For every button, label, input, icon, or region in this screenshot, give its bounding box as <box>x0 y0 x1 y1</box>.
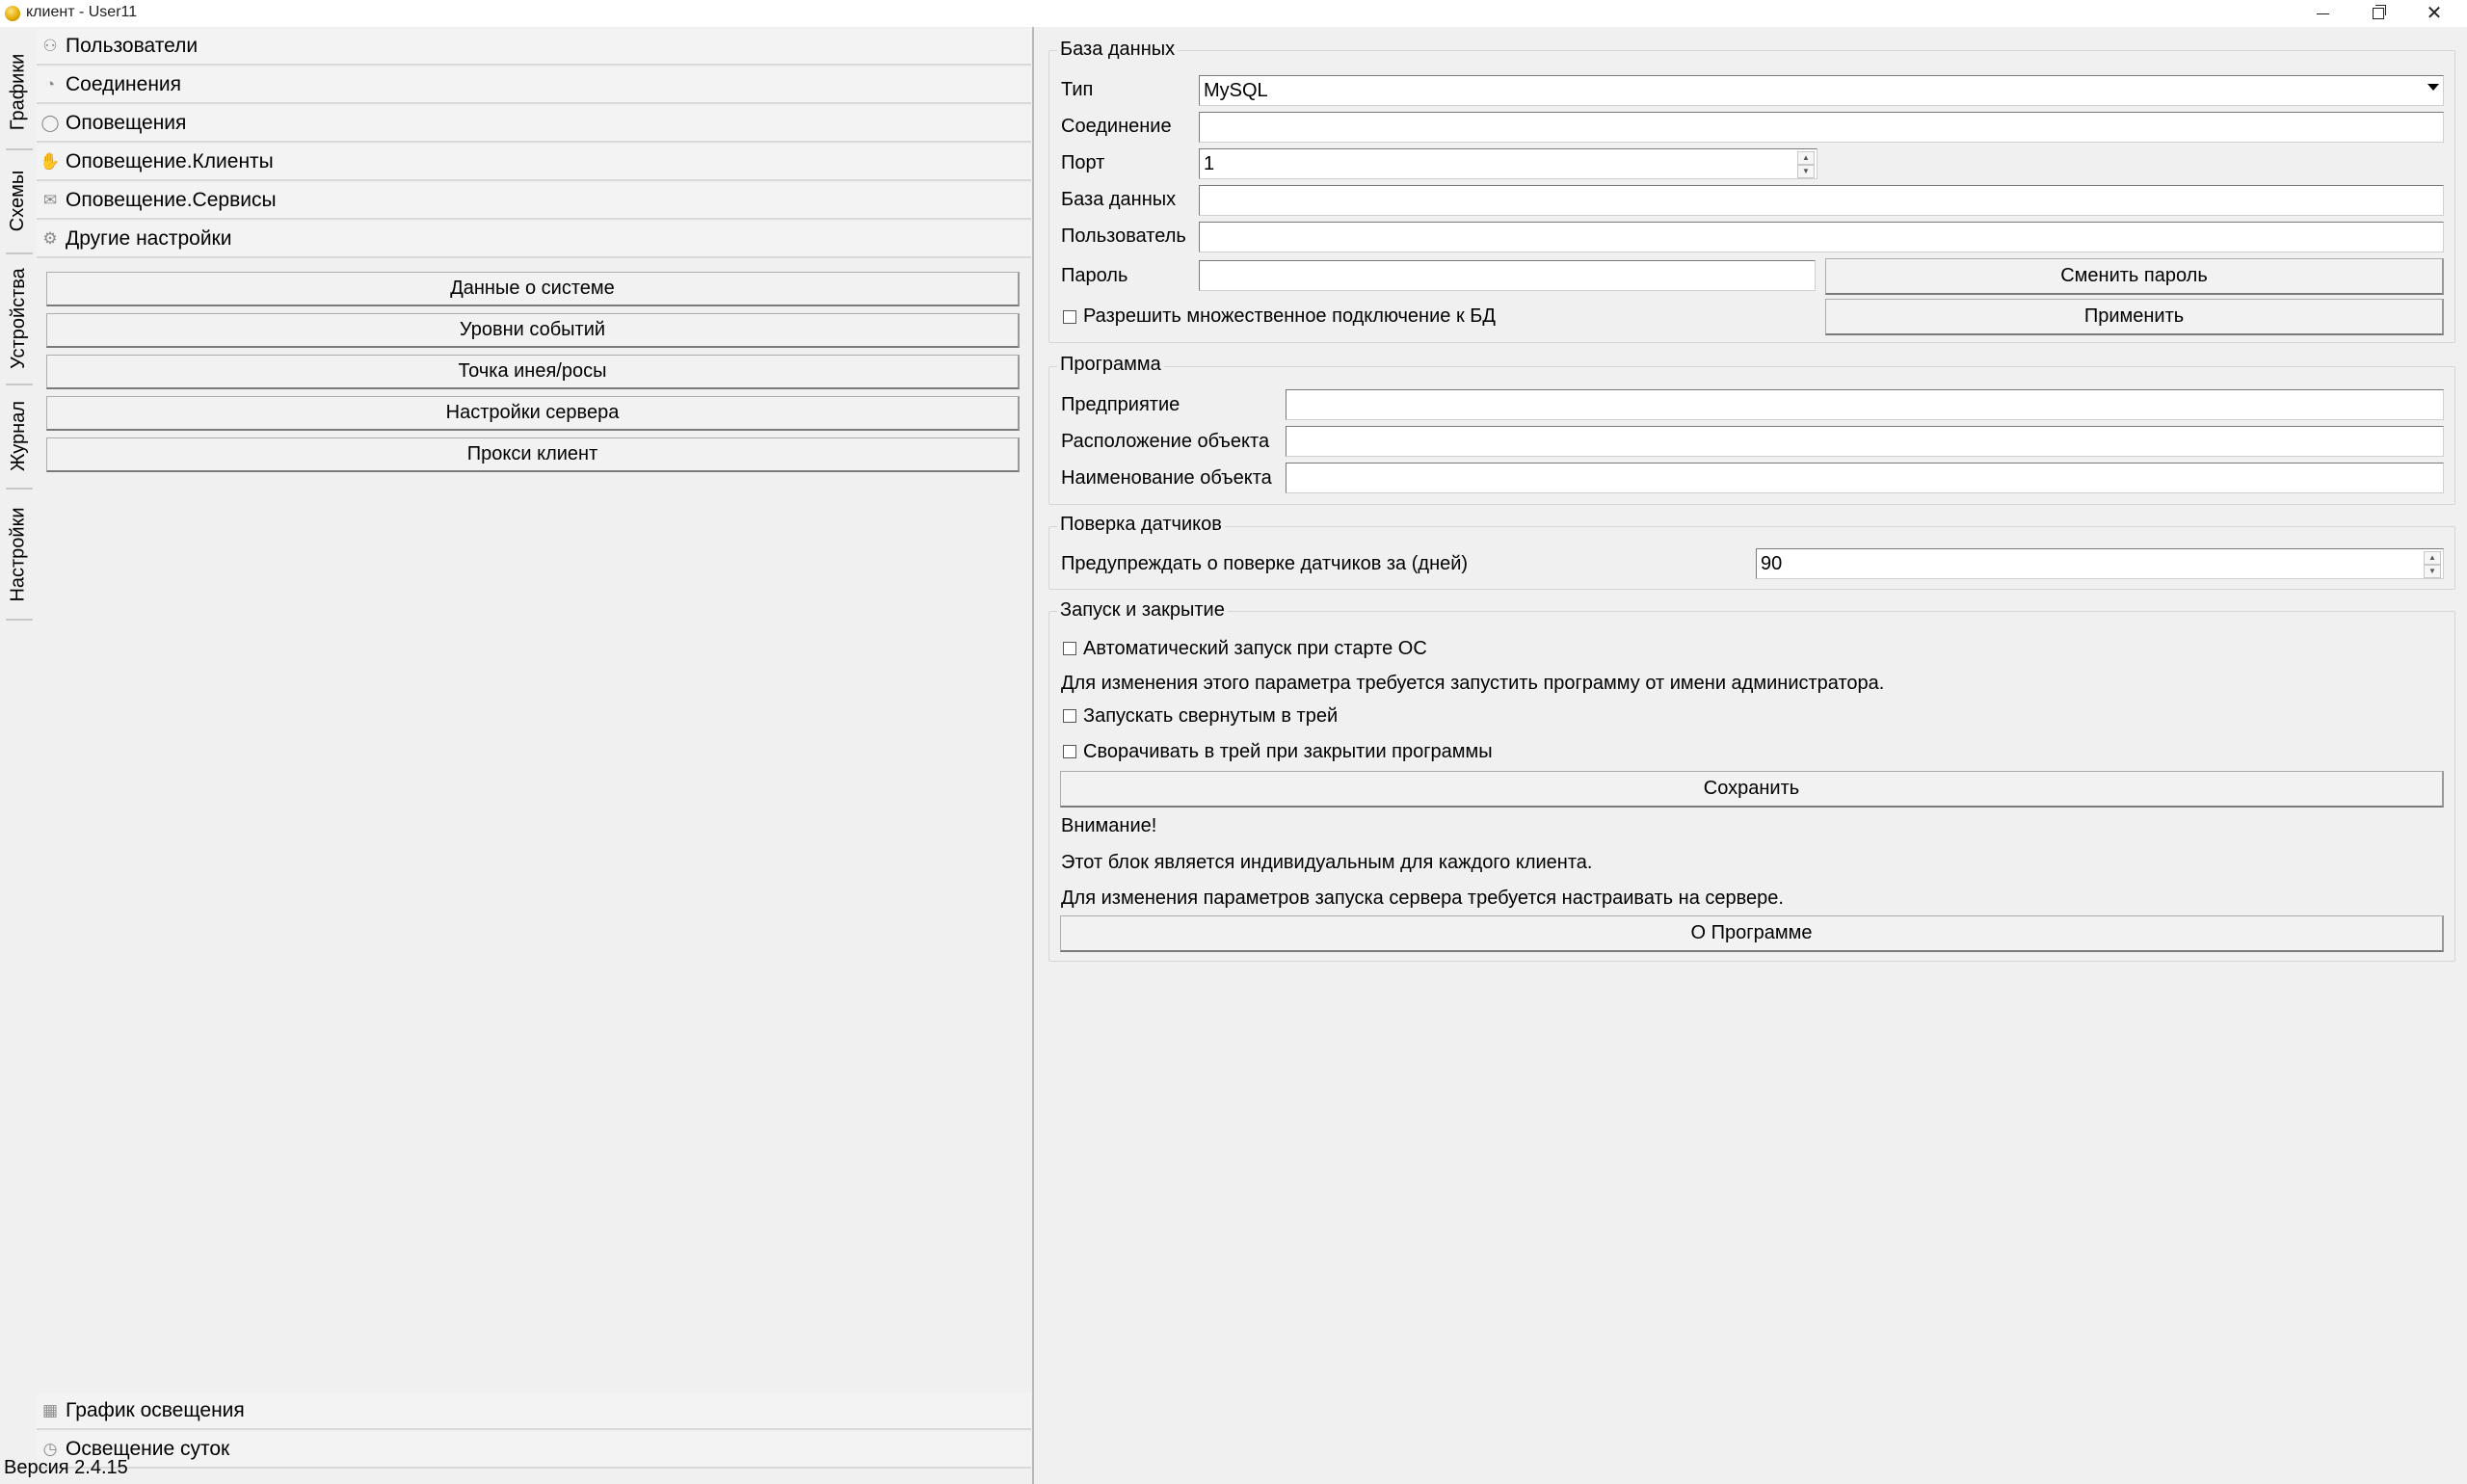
vertical-tab-bar: Графики Схемы Устройства Журнал Настройк… <box>0 27 35 1453</box>
accordion-lighting-schedule[interactable]: ▦ График освещения <box>37 1393 1031 1430</box>
autostart-label: Автоматический запуск при старте ОС <box>1083 638 1427 659</box>
accordion-notification-services[interactable]: ✉ Оповещение.Сервисы <box>37 183 1031 220</box>
accordion-connections[interactable]: ◔ Соединения <box>37 67 1031 104</box>
attention-label: Внимание! <box>1061 815 1157 836</box>
autostart-checkbox[interactable] <box>1063 642 1076 655</box>
tab-schemes[interactable]: Схемы <box>2 152 35 249</box>
sensor-spin-buttons[interactable]: ▲ ▼ <box>2424 551 2441 578</box>
about-button[interactable]: О Программе <box>1060 915 2444 952</box>
sensor-warn-stepper[interactable]: 90 ▲ ▼ <box>1756 548 2444 579</box>
db-password-input[interactable] <box>1199 260 1816 291</box>
db-password-label: Пароль <box>1061 265 1128 286</box>
restore-button[interactable] <box>2351 0 2405 27</box>
multi-connection-label: Разрешить множественное подключение к БД <box>1083 305 1496 327</box>
minimize-button[interactable] <box>2295 0 2349 27</box>
dew-point-button[interactable]: Точка инея/росы <box>46 355 1020 389</box>
change-password-button[interactable]: Сменить пароль <box>1825 258 2444 295</box>
restore-icon <box>2373 5 2386 19</box>
calendar-icon: ▦ <box>41 1401 59 1419</box>
sensor-check-group-title: Поверка датчиков <box>1057 514 1225 536</box>
database-group-title: База данных <box>1057 39 1179 61</box>
chevron-down-icon <box>2427 84 2439 91</box>
db-name-input[interactable] <box>1199 185 2444 216</box>
proxy-client-button[interactable]: Прокси клиент <box>46 437 1020 472</box>
version-label: Версия 2.4.15 <box>4 1457 128 1478</box>
close-button[interactable]: ✕ <box>2407 0 2461 27</box>
enterprise-input[interactable] <box>1286 389 2444 420</box>
minimize-icon <box>2316 13 2329 14</box>
tab-separator <box>6 252 33 254</box>
accordion-users[interactable]: ⚇ Пользователи <box>37 29 1031 66</box>
accordion-other-settings[interactable]: ⚙ Другие настройки <box>37 222 1031 258</box>
start-minimized-label: Запускать свернутым в трей <box>1083 705 1339 727</box>
object-name-label: Наименование объекта <box>1061 467 1272 489</box>
tab-journal[interactable]: Журнал <box>2 387 35 484</box>
speech-bubble-icon: ◯ <box>40 114 60 132</box>
tab-separator <box>6 384 33 385</box>
clock-icon: ◷ <box>42 1440 58 1458</box>
envelope-icon: ✉ <box>42 191 58 209</box>
spin-down-icon[interactable]: ▼ <box>1797 165 1815 178</box>
db-type-select[interactable]: MySQL <box>1199 75 2444 106</box>
program-group-title: Программа <box>1057 354 1164 376</box>
port-spin-buttons[interactable]: ▲ ▼ <box>1797 151 1815 178</box>
object-location-label: Расположение объекта <box>1061 431 1270 452</box>
individual-note: Этот блок является индивидуальным для ка… <box>1061 852 1593 873</box>
spin-up-icon[interactable]: ▲ <box>2424 551 2441 565</box>
object-name-input[interactable] <box>1286 463 2444 493</box>
title-bar <box>0 0 2467 27</box>
minimize-on-close-checkbox[interactable] <box>1063 745 1076 758</box>
system-info-button[interactable]: Данные о системе <box>46 272 1020 306</box>
db-name-label: База данных <box>1061 189 1177 210</box>
accordion-notification-clients[interactable]: ✋ Оповещение.Клиенты <box>37 145 1031 181</box>
db-port-label: Порт <box>1061 152 1105 173</box>
tab-separator <box>6 488 33 490</box>
accordion-daylight[interactable]: ◷ Освещение суток <box>37 1432 1031 1469</box>
enterprise-label: Предприятие <box>1061 394 1180 415</box>
minimize-on-close-label: Сворачивать в трей при закрытии программ… <box>1083 741 1493 762</box>
db-port-stepper[interactable]: 1 ▲ ▼ <box>1199 148 1817 179</box>
startup-group-title: Запуск и закрытие <box>1057 599 1228 622</box>
rss-icon: ◔ <box>44 75 56 93</box>
object-location-input[interactable] <box>1286 426 2444 457</box>
tab-separator <box>6 148 33 150</box>
tab-charts[interactable]: Графики <box>2 39 35 145</box>
gear-icon: ⚙ <box>42 229 58 248</box>
app-icon <box>5 6 20 21</box>
multi-connection-checkbox[interactable] <box>1063 310 1076 324</box>
db-user-input[interactable] <box>1199 222 2444 252</box>
tab-separator <box>6 619 33 621</box>
panel-splitter[interactable] <box>1032 27 1034 1484</box>
server-note: Для изменения параметров запуска сервера… <box>1061 888 1784 909</box>
hand-icon: ✋ <box>40 152 61 171</box>
spin-down-icon[interactable]: ▼ <box>2424 565 2441 578</box>
users-icon: ⚇ <box>42 37 58 55</box>
db-user-label: Пользователь <box>1061 225 1186 247</box>
tab-devices[interactable]: Устройства <box>2 256 35 380</box>
spin-up-icon[interactable]: ▲ <box>1797 151 1815 165</box>
sensor-warn-label: Предупреждать о поверке датчиков за (дне… <box>1061 553 1469 574</box>
event-levels-button[interactable]: Уровни событий <box>46 313 1020 348</box>
db-type-label: Тип <box>1061 79 1094 100</box>
start-minimized-checkbox[interactable] <box>1063 709 1076 723</box>
db-connection-input[interactable] <box>1199 112 2444 143</box>
close-icon: ✕ <box>2426 3 2443 24</box>
apply-button[interactable]: Применить <box>1825 299 2444 335</box>
settings-accordion: ⚇ Пользователи ◔ Соединения ◯ Оповещения… <box>37 27 1033 1469</box>
window-title: клиент - User11 <box>26 4 138 20</box>
tab-settings[interactable]: Настройки <box>2 491 35 617</box>
save-button[interactable]: Сохранить <box>1060 771 2444 808</box>
db-connection-label: Соединение <box>1061 116 1172 137</box>
accordion-notifications[interactable]: ◯ Оповещения <box>37 106 1031 143</box>
admin-note: Для изменения этого параметра требуется … <box>1061 673 1885 694</box>
server-settings-button[interactable]: Настройки сервера <box>46 396 1020 431</box>
